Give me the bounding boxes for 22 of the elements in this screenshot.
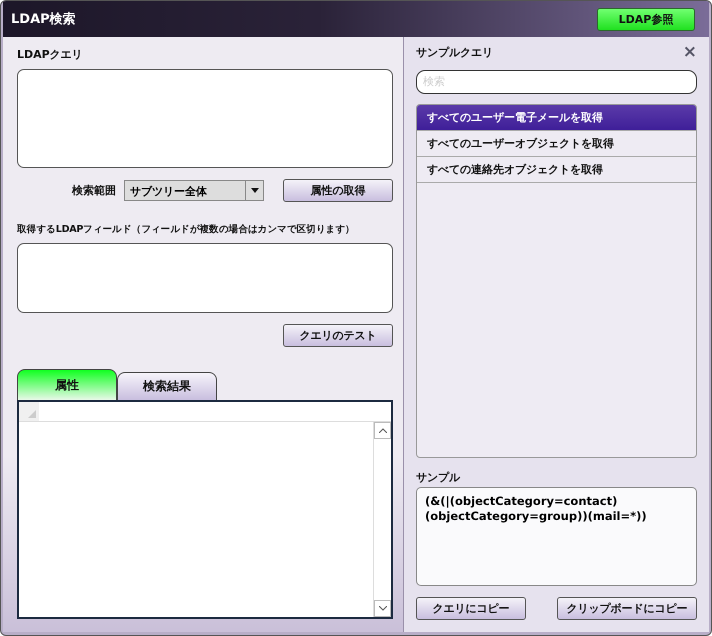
copy-to-clipboard-button[interactable]: クリップボードにコピー	[557, 597, 697, 620]
tab[interactable]: 属性	[17, 369, 117, 400]
corner-icon	[28, 410, 36, 418]
sample-label: サンプル	[416, 470, 461, 485]
copy-to-query-button[interactable]: クエリにコピー	[416, 597, 526, 620]
field-label: 取得するLDAPフィールド（フィールドが複数の場合はカンマで区切ります）	[17, 223, 356, 236]
tab[interactable]: 検索結果	[117, 372, 217, 400]
field-label: LDAPクエリ	[17, 47, 84, 62]
list-item[interactable]: すべてのユーザー電子メールを取得	[417, 104, 696, 131]
caret-icon	[250, 188, 258, 193]
scope-dropdown[interactable]: サブツリー全体	[124, 180, 264, 201]
query-field[interactable]	[17, 69, 393, 168]
get-attributes-button[interactable]: 属性の取得	[283, 179, 393, 202]
window-title: LDAP検索	[11, 10, 76, 28]
close-icon[interactable]: ×	[682, 42, 697, 62]
panel-title: サンプルクエリ	[416, 44, 493, 60]
sample-text: (&(|(objectCategory=contact) (objectCategory=group))(mail=*))	[416, 486, 697, 586]
scope-label: 検索範囲	[72, 183, 116, 198]
test-query-button[interactable]: クエリのテスト	[283, 324, 393, 347]
browse-button[interactable]: LDAP参照	[597, 8, 695, 30]
fields-field[interactable]	[17, 243, 393, 313]
scrollbar[interactable]	[373, 422, 391, 617]
